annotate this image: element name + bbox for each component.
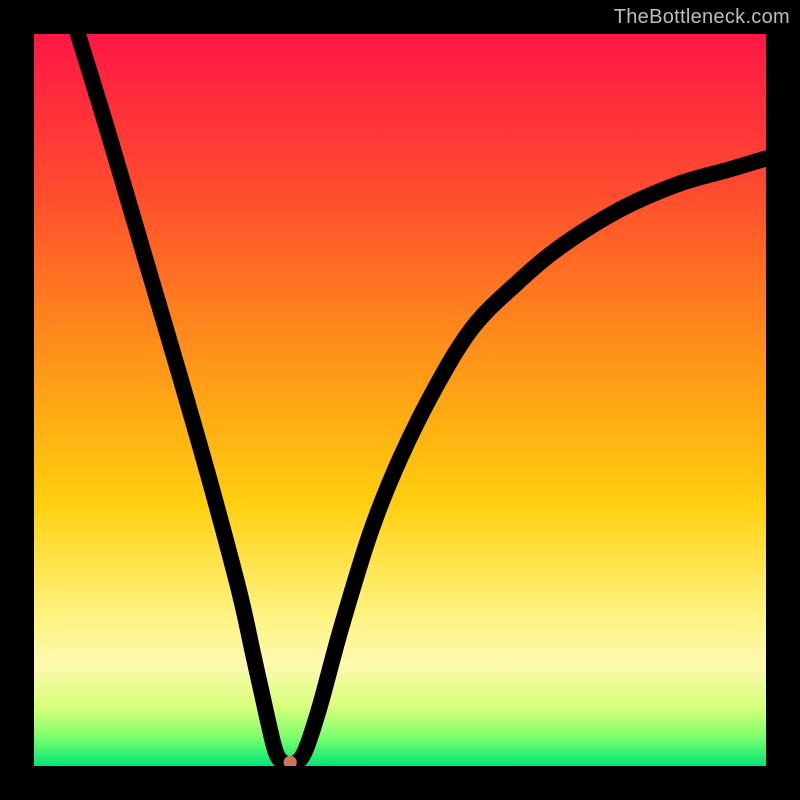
watermark-text: TheBottleneck.com	[614, 6, 790, 29]
bottleneck-curve	[78, 34, 766, 765]
plot-area	[34, 34, 766, 766]
chart-frame: TheBottleneck.com	[0, 0, 800, 800]
curve-svg	[34, 34, 766, 766]
